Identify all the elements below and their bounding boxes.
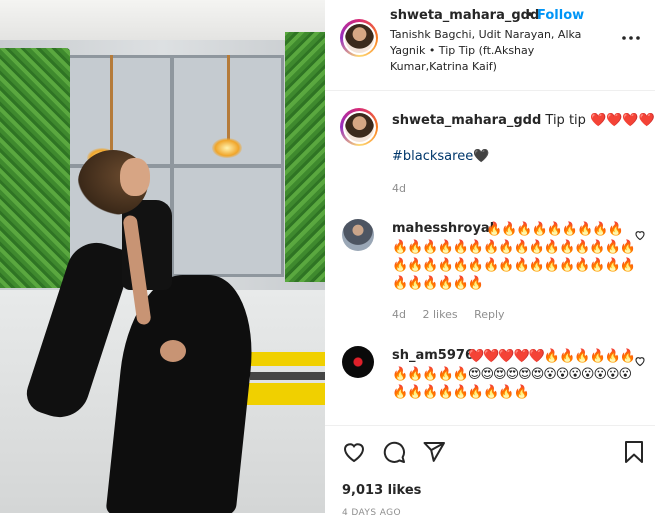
heart-icon[interactable] [342, 440, 366, 464]
lamp [212, 138, 242, 158]
author-username[interactable]: shweta_mahara_gdd [390, 8, 539, 23]
caption: shweta_mahara_gdd Tip tip ❤️❤️❤️❤️ [392, 113, 655, 128]
comment-age: 4d [392, 308, 406, 321]
comment-text: ❤️❤️❤️❤️❤️🔥🔥🔥🔥🔥🔥🔥🔥🔥🔥🔥😍😍😍😍😍😍😮😮😮😮😮😮😮🔥🔥🔥🔥🔥🔥… [392, 349, 636, 400]
caption-age: 4d [392, 182, 406, 195]
caption-author-avatar[interactable] [340, 108, 378, 146]
reply-button[interactable]: Reply [474, 308, 504, 321]
follow-button[interactable]: Follow [537, 8, 584, 23]
green-wall-left [0, 48, 70, 288]
author-avatar[interactable] [340, 19, 378, 57]
bookmark-icon[interactable] [622, 440, 646, 464]
post-header: shweta_mahara_gdd • Follow Tanishk Bagch… [325, 0, 655, 91]
share-icon[interactable] [422, 440, 446, 464]
comment-meta: 4d 2 likes Reply [392, 308, 518, 321]
song-info[interactable]: Tanishk Bagchi, Udit Narayan, Alka Yagni… [390, 27, 610, 75]
hashtag-link[interactable]: #blacksaree [392, 149, 473, 164]
comment-text: 🔥🔥🔥🔥🔥🔥🔥🔥🔥🔥🔥🔥🔥🔥🔥🔥🔥🔥🔥🔥🔥🔥🔥🔥🔥🔥🔥🔥🔥🔥🔥🔥🔥🔥🔥🔥🔥🔥🔥🔥… [392, 222, 636, 291]
lamp-cord [110, 55, 113, 150]
ceiling [0, 0, 325, 40]
yellow-step [242, 383, 325, 405]
more-options-icon[interactable] [620, 29, 642, 47]
post-actions: 9,013 likes 4 DAYS AGO [325, 425, 655, 518]
dancer-face [120, 158, 150, 196]
caption-hearts: ❤️❤️❤️❤️ [590, 113, 655, 128]
comment-avatar[interactable] [342, 219, 374, 251]
caption-hashtag-line: #blacksaree🖤 [392, 149, 489, 164]
separator-dot: • [526, 8, 534, 23]
post-video[interactable] [0, 0, 325, 513]
lamp-cord [227, 55, 230, 140]
like-count[interactable]: 9,013 likes [342, 483, 421, 498]
post-side-panel: shweta_mahara_gdd • Follow Tanishk Bagch… [325, 0, 655, 518]
dancer-hand [160, 340, 186, 362]
caption-text: Tip tip [545, 113, 586, 128]
caption-username[interactable]: shweta_mahara_gdd [392, 113, 541, 128]
green-wall-right [285, 32, 325, 282]
post-timestamp: 4 DAYS AGO [342, 508, 401, 518]
comment-avatar[interactable] [342, 346, 374, 378]
step-dark [250, 372, 325, 380]
black-heart-emoji: 🖤 [473, 149, 490, 164]
comment-likes[interactable]: 2 likes [422, 308, 457, 321]
comment-like-icon[interactable] [634, 355, 646, 367]
yellow-step [242, 352, 325, 366]
comment-like-icon[interactable] [634, 229, 646, 241]
comment-icon[interactable] [382, 440, 406, 464]
